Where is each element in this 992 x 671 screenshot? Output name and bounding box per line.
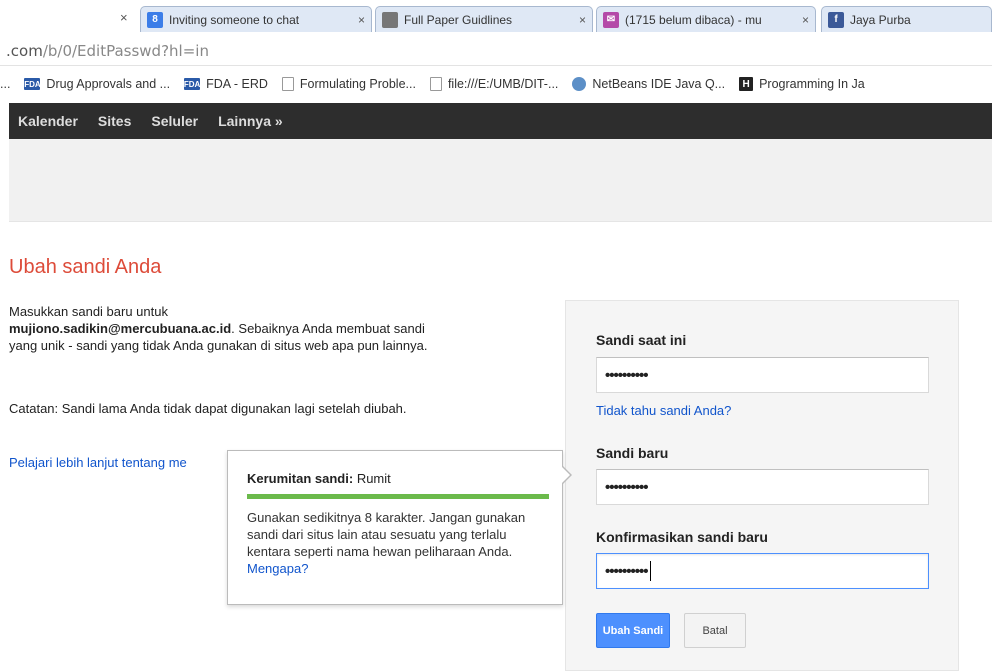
paper-icon bbox=[382, 11, 398, 28]
strength-label: Kerumitan sandi: bbox=[247, 471, 354, 486]
intro-prefix: Masukkan sandi baru untuk bbox=[9, 304, 168, 319]
bookmark-fda-erd[interactable]: FDA FDA - ERD bbox=[184, 77, 268, 91]
header-band bbox=[9, 139, 992, 222]
password-form-panel: Sandi saat ini •••••••••• Tidak tahu san… bbox=[565, 300, 959, 671]
learn-more-link[interactable]: Pelajari lebih lanjut tentang me bbox=[9, 455, 187, 470]
confirm-password-value: •••••••••• bbox=[605, 562, 649, 580]
strength-tip: Gunakan sedikitnya 8 karakter. Jangan gu… bbox=[247, 509, 547, 577]
confirm-password-label: Konfirmasikan sandi baru bbox=[596, 529, 768, 545]
fda-icon: FDA bbox=[183, 78, 201, 90]
note-text: Catatan: Sandi lama Anda tidak dapat dig… bbox=[9, 401, 407, 416]
tab-inviting-chat[interactable]: 8 Inviting someone to chat × bbox=[140, 6, 372, 32]
bookmark-drug-approvals[interactable]: FDA Drug Approvals and ... bbox=[24, 77, 170, 91]
tab-label: Full Paper Guidlines bbox=[404, 12, 513, 27]
bookmark-label: Programming In Ja bbox=[759, 77, 865, 91]
cancel-button[interactable]: Batal bbox=[684, 613, 746, 648]
strength-meter-fill bbox=[247, 494, 549, 499]
strength-value: Rumit bbox=[356, 471, 391, 486]
page-icon bbox=[429, 77, 442, 91]
google-plus-icon: 8 bbox=[147, 11, 163, 28]
bookmark-netbeans[interactable]: NetBeans IDE Java Q... bbox=[572, 77, 725, 91]
why-link[interactable]: Mengapa? bbox=[247, 561, 308, 576]
new-password-field[interactable]: •••••••••• bbox=[596, 469, 929, 505]
bookmark-label: Formulating Proble... bbox=[299, 77, 416, 91]
confirm-password-field[interactable]: •••••••••• bbox=[596, 553, 929, 589]
strength-meter bbox=[247, 494, 549, 499]
change-password-button[interactable]: Ubah Sandi bbox=[596, 613, 670, 648]
h-icon: H bbox=[739, 77, 754, 91]
strength-tip-text: Gunakan sedikitnya 8 karakter. Jangan gu… bbox=[247, 510, 526, 559]
address-bar[interactable]: .com/b/0/EditPasswd?hl=in bbox=[0, 34, 992, 66]
tab-close-icon[interactable]: × bbox=[120, 10, 128, 25]
popup-arrow bbox=[561, 465, 572, 485]
url-text[interactable]: .com/b/0/EditPasswd?hl=in bbox=[6, 42, 209, 60]
mail-icon: ✉ bbox=[603, 11, 619, 28]
page-title: Ubah sandi Anda bbox=[9, 256, 162, 278]
nav-lainnya[interactable]: Lainnya » bbox=[218, 113, 283, 129]
bookmark-item[interactable]: ... bbox=[0, 77, 10, 91]
current-password-label: Sandi saat ini bbox=[596, 332, 687, 348]
bookmark-programming[interactable]: H Programming In Ja bbox=[739, 77, 865, 91]
tab-mail[interactable]: ✉ (1715 belum dibaca) - mu × bbox=[596, 6, 816, 32]
tab-label: Inviting someone to chat bbox=[169, 12, 300, 27]
bookmark-label: FDA - ERD bbox=[206, 77, 268, 91]
bookmark-label: file:///E:/UMB/DIT-... bbox=[447, 77, 559, 91]
close-icon[interactable]: × bbox=[802, 13, 809, 27]
forgot-password-link[interactable]: Tidak tahu sandi Anda? bbox=[596, 403, 731, 418]
nav-seluler[interactable]: Seluler bbox=[151, 113, 198, 129]
password-strength-popup: Kerumitan sandi: Rumit Gunakan sedikitny… bbox=[227, 450, 572, 605]
facebook-icon: f bbox=[828, 11, 844, 28]
strength-line: Kerumitan sandi: Rumit bbox=[247, 471, 391, 486]
bookmark-label: ... bbox=[0, 77, 11, 91]
tab-jaya-purba[interactable]: f Jaya Purba bbox=[821, 6, 992, 32]
bookmark-file[interactable]: file:///E:/UMB/DIT-... bbox=[429, 77, 559, 91]
current-password-field[interactable]: •••••••••• bbox=[596, 357, 929, 393]
bookmark-label: Drug Approvals and ... bbox=[46, 77, 171, 91]
bookmarks-bar: ... FDA Drug Approvals and ... FDA FDA - E… bbox=[0, 67, 992, 101]
url-path: /b/0/EditPasswd?hl=in bbox=[42, 42, 209, 60]
tab-full-paper[interactable]: Full Paper Guidlines × bbox=[375, 6, 593, 32]
text-caret bbox=[649, 561, 651, 581]
tab-label: Jaya Purba bbox=[850, 12, 911, 27]
new-password-label: Sandi baru bbox=[596, 445, 669, 461]
bookmark-formulating[interactable]: Formulating Proble... bbox=[281, 77, 416, 91]
google-nav-bar: Kalender Sites Seluler Lainnya » bbox=[9, 103, 992, 139]
intro-text: Masukkan sandi baru untuk mujiono.sadiki… bbox=[9, 303, 429, 354]
page-icon bbox=[281, 77, 294, 91]
netbeans-icon bbox=[572, 77, 587, 91]
browser-tabstrip: × 8 Inviting someone to chat × Full Pape… bbox=[0, 0, 992, 34]
account-email: mujiono.sadikin@mercubuana.ac.id bbox=[9, 321, 232, 336]
close-icon[interactable]: × bbox=[579, 13, 586, 27]
url-host: .com bbox=[6, 42, 43, 60]
nav-kalender[interactable]: Kalender bbox=[18, 113, 78, 129]
fda-icon: FDA bbox=[24, 78, 41, 90]
tab-label: (1715 belum dibaca) - mu bbox=[625, 12, 762, 27]
nav-sites[interactable]: Sites bbox=[98, 113, 131, 129]
close-icon[interactable]: × bbox=[358, 13, 365, 27]
bookmark-label: NetBeans IDE Java Q... bbox=[592, 77, 726, 91]
